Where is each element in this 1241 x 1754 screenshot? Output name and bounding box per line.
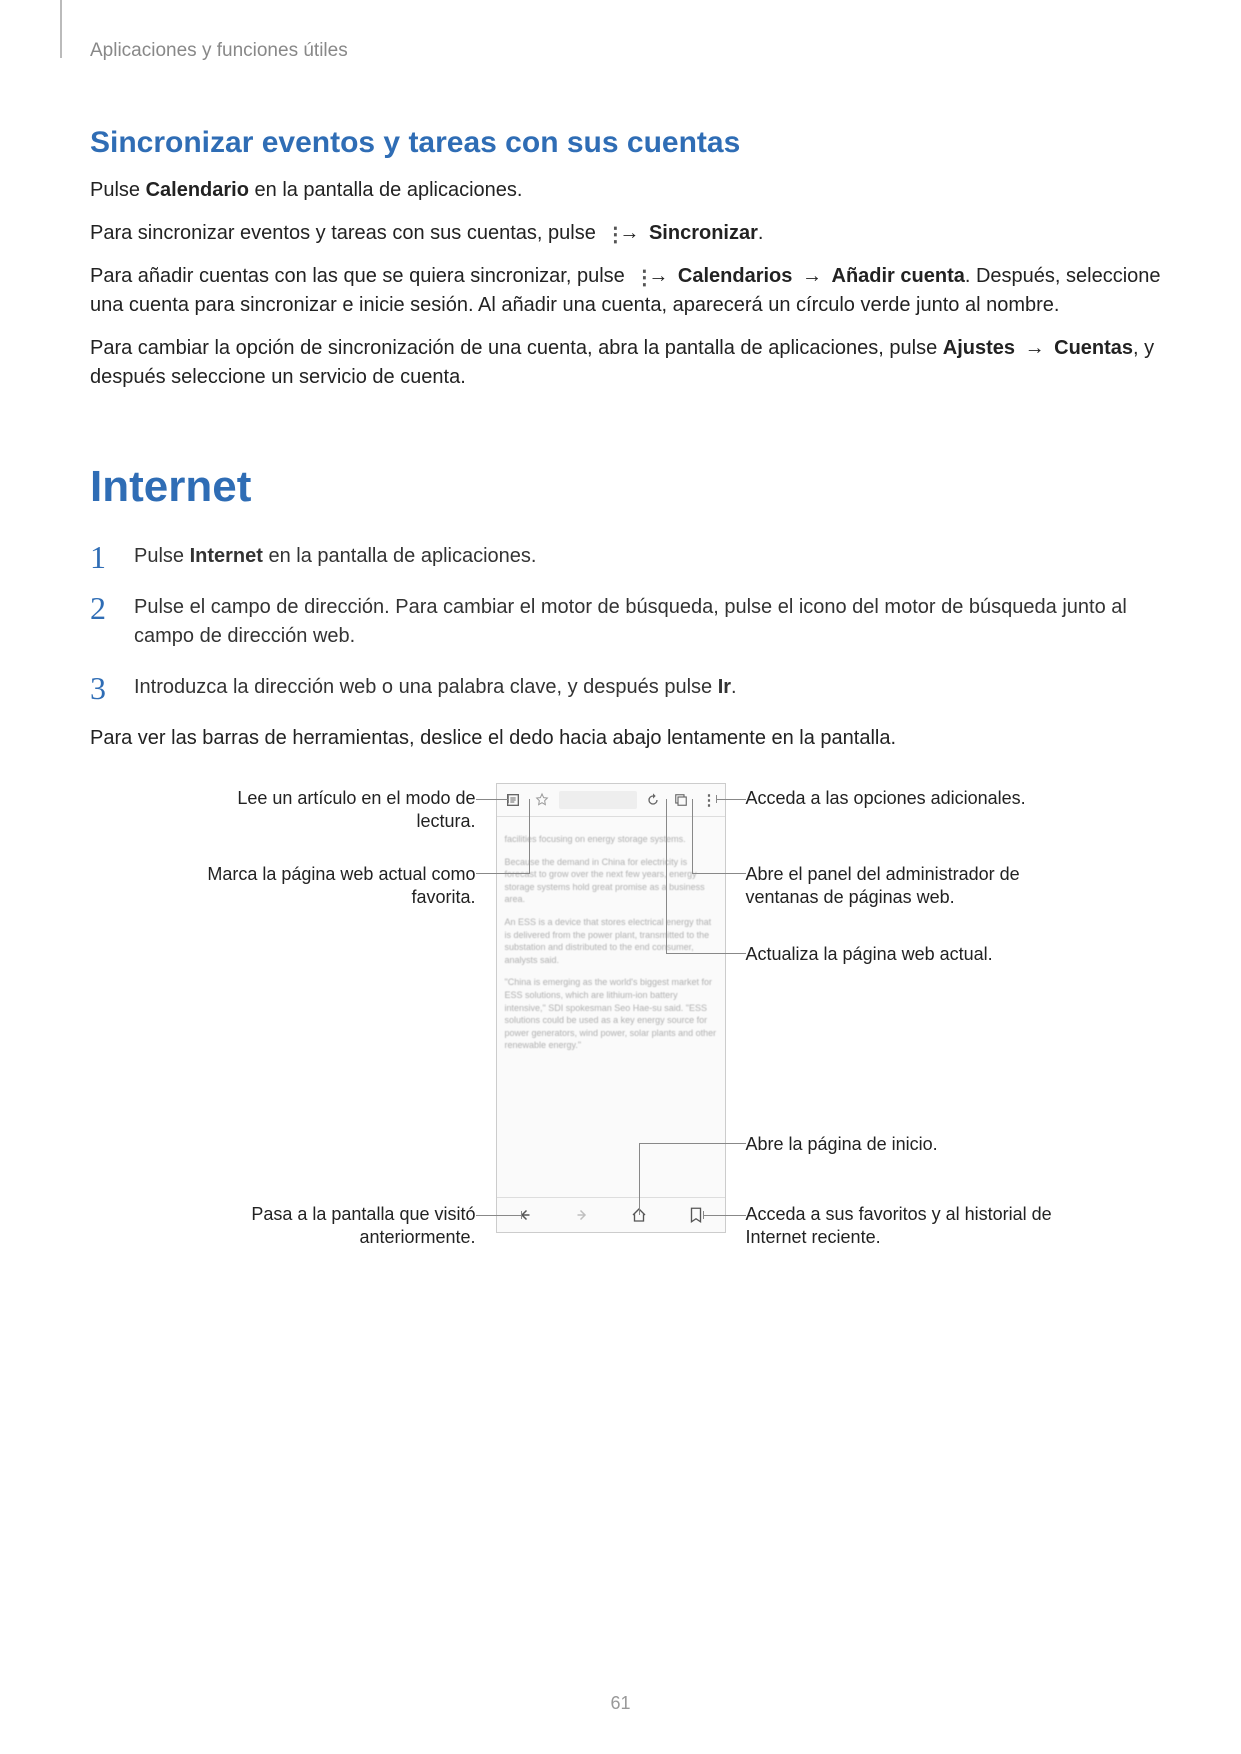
browser-bottombar [497, 1197, 725, 1232]
leader-home-h [639, 1143, 746, 1144]
internet-heading: Internet [90, 462, 1161, 512]
callout-more: Acceda a las opciones adicionales. [746, 787, 1026, 810]
step1-bold: Internet [190, 545, 263, 567]
leader-windows-h [692, 873, 746, 874]
more-icon [605, 225, 611, 243]
p1-before: Pulse [90, 179, 146, 201]
callout-bookmark: Marca la página web actual como favorita… [176, 863, 476, 910]
tick-favhist [703, 1211, 704, 1219]
p3-bold2: Añadir cuenta [832, 265, 965, 287]
steps-list: 1 Pulse Internet en la pantalla de aplic… [90, 542, 1161, 702]
leader-bookmark-h [476, 873, 529, 874]
p3-before: Para añadir cuentas con las que se quier… [90, 265, 630, 287]
callout-back: Pasa a la pantalla que visitó anteriorme… [176, 1203, 476, 1250]
leader-back [476, 1215, 521, 1216]
step1-before: Pulse [134, 545, 190, 567]
leader-refresh-v [666, 799, 667, 954]
step2-text: Pulse el campo de dirección. Para cambia… [134, 596, 1127, 647]
leader-more [716, 799, 746, 800]
step-num-3: 3 [90, 665, 106, 711]
callout-refresh: Actualiza la página web actual. [746, 943, 993, 966]
leader-home-v [639, 1143, 640, 1215]
p2-before: Para sincronizar eventos y tareas con su… [90, 222, 601, 244]
reader-mode-icon[interactable] [501, 788, 525, 812]
tick-back [521, 1211, 522, 1219]
step-1: 1 Pulse Internet en la pantalla de aplic… [90, 542, 1161, 571]
address-bar[interactable] [559, 791, 637, 809]
tick-more [716, 795, 717, 803]
p1: Pulse Calendario en la pantalla de aplic… [90, 176, 1161, 205]
page-number: 61 [0, 1693, 1241, 1714]
p3-bold1: Calendarios [678, 265, 792, 287]
p3-arrow2: → [798, 262, 826, 291]
p4-before: Para cambiar la opción de sincronización… [90, 337, 943, 359]
leader-refresh-h [666, 953, 746, 954]
callout-windows: Abre el panel del administrador de venta… [746, 863, 1056, 910]
p2-bold: Sincronizar [649, 222, 758, 244]
step-num-1: 1 [90, 534, 106, 580]
p1-bold: Calendario [146, 179, 249, 201]
leader-reader [476, 799, 508, 800]
more-icon [634, 268, 640, 286]
after-steps: Para ver las barras de herramientas, des… [90, 724, 1161, 753]
p1-after: en la pantalla de aplicaciones. [249, 179, 523, 201]
leader-bookmark-v [529, 799, 530, 874]
step3-bold: Ir [718, 676, 731, 698]
step-num-2: 2 [90, 585, 106, 631]
p4-bold2: Cuentas [1054, 337, 1133, 359]
step3-before: Introduzca la dirección web o una palabr… [134, 676, 718, 698]
step-2: 2 Pulse el campo de dirección. Para camb… [90, 593, 1161, 651]
breadcrumb: Aplicaciones y funciones útiles [90, 40, 1161, 66]
margin-rule [60, 0, 62, 58]
tick-reader [508, 795, 509, 803]
webpage-content: facilities focusing on energy storage sy… [497, 817, 725, 1068]
p2-end: . [758, 222, 764, 244]
browser-diagram: ⋮ facilities focusing on energy storage … [176, 783, 1076, 1263]
step-3: 3 Introduzca la dirección web o una pala… [90, 673, 1161, 702]
callout-reader: Lee un artículo en el modo de lectura. [176, 787, 476, 834]
bookmark-star-icon[interactable] [529, 787, 555, 813]
step1-after: en la pantalla de aplicaciones. [263, 545, 537, 567]
p4-bold1: Ajustes [943, 337, 1015, 359]
forward-icon[interactable] [570, 1203, 594, 1227]
p4-arrow: → [1021, 334, 1049, 363]
p4: Para cambiar la opción de sincronización… [90, 334, 1161, 392]
leader-favhist [703, 1215, 746, 1216]
more-options-icon[interactable]: ⋮ [697, 788, 721, 812]
step3-after: . [731, 676, 737, 698]
p3: Para añadir cuentas con las que se quier… [90, 262, 1161, 320]
sync-heading: Sincronizar eventos y tareas con sus cue… [90, 126, 1161, 160]
window-manager-icon[interactable] [669, 788, 693, 812]
leader-windows-v [692, 799, 693, 874]
browser-topbar: ⋮ [497, 784, 725, 817]
refresh-icon[interactable] [641, 788, 665, 812]
callout-home: Abre la página de inicio. [746, 1133, 938, 1156]
p2: Para sincronizar eventos y tareas con su… [90, 219, 1161, 248]
callout-favhist: Acceda a sus favoritos y al historial de… [746, 1203, 1056, 1250]
